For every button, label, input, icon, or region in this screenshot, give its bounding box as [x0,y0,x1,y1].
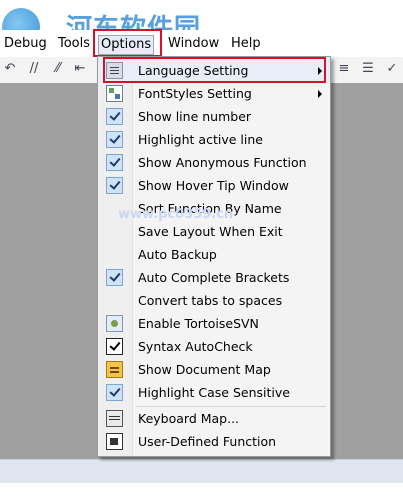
menu-item-auto-backup[interactable]: Auto Backup [98,243,330,266]
menu-item-label: Syntax AutoCheck [138,339,253,354]
undo-icon[interactable]: ↶ [2,61,18,77]
submenu-arrow-icon [318,90,322,98]
menu-item-label: Highlight active line [138,132,263,147]
bottom-strip [0,483,403,496]
function-icon [106,433,123,450]
menu-help[interactable]: Help [229,35,263,53]
menu-item-highlight-active-line[interactable]: Highlight active line [98,128,330,151]
menu-item-label: Auto Complete Brackets [138,270,290,285]
menu-item-user-defined-function[interactable]: User-Defined Function [98,430,330,453]
menu-bar: Debug Tools Options Window Help [0,30,403,57]
checkmark-icon [106,384,123,401]
menu-item-auto-complete-brackets[interactable]: Auto Complete Brackets [98,266,330,289]
menu-window[interactable]: Window [166,35,221,53]
keyboard-icon [106,410,123,427]
menu-item-show-line-number[interactable]: Show line number [98,105,330,128]
checkmark-icon [106,177,123,194]
menu-tools[interactable]: Tools [56,35,92,53]
menu-item-label: Save Layout When Exit [138,224,283,239]
document-map-icon [106,361,123,378]
menu-item-show-document-map[interactable]: Show Document Map [98,358,330,381]
tortoise-svn-icon [106,315,123,332]
options-dropdown-menu: Language Setting FontStyles Setting Show… [97,56,331,457]
menu-item-show-hover-tip-window[interactable]: Show Hover Tip Window [98,174,330,197]
menu-item-keyboard-map[interactable]: Keyboard Map... [98,407,330,430]
checkmark-icon [106,108,123,125]
check-icon[interactable]: ✓ [384,61,400,77]
menu-item-enable-tortoisesvn[interactable]: Enable TortoiseSVN [98,312,330,335]
menu-item-show-anonymous-function[interactable]: Show Anonymous Function [98,151,330,174]
uncomment-icon[interactable]: ⁄⁄ [50,61,66,77]
menu-item-label: Show Document Map [138,362,271,377]
checkmark-icon [106,269,123,286]
menu-item-label: Auto Backup [138,247,217,262]
menu-item-convert-tabs-to-spaces[interactable]: Convert tabs to spaces [98,289,330,312]
font-styles-icon [106,85,123,102]
status-band [0,459,403,484]
menu-item-label: Show Anonymous Function [138,155,307,170]
indent-icon[interactable]: ⇤ [72,61,88,77]
menu-item-label: Highlight Case Sensitive [138,385,290,400]
menu-item-syntax-autocheck[interactable]: Syntax AutoCheck [98,335,330,358]
menu-item-label: Keyboard Map... [138,411,240,426]
align-icon[interactable]: ≡ [336,61,352,77]
menu-item-label: Enable TortoiseSVN [138,316,259,331]
menu-debug[interactable]: Debug [2,35,49,53]
syntax-check-icon [106,338,123,355]
language-setting-highlight-box [103,57,326,83]
menu-item-fontstyles-setting[interactable]: FontStyles Setting [98,82,330,105]
menu-item-save-layout-when-exit[interactable]: Save Layout When Exit [98,220,330,243]
checkmark-icon [106,131,123,148]
menu-item-label: Show Hover Tip Window [138,178,289,193]
comment-icon[interactable]: // [26,61,42,77]
options-highlight-box [93,29,162,57]
menu-item-label: Show line number [138,109,252,124]
watermark-url-text: www.pc0359.cn [118,207,234,222]
menu-item-label: User-Defined Function [138,434,277,449]
menu-item-highlight-case-sensitive[interactable]: Highlight Case Sensitive [98,381,330,404]
menu-item-label: Convert tabs to spaces [138,293,283,308]
checkmark-icon [106,154,123,171]
outdent-icon[interactable]: ☰ [360,61,376,77]
menu-item-label: FontStyles Setting [138,86,252,101]
